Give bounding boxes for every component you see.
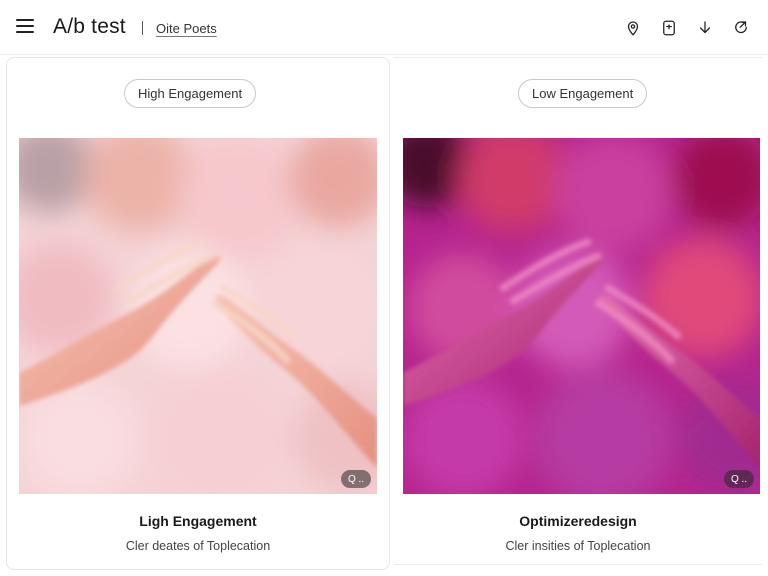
subtitle-link[interactable]: Oite Poets <box>156 21 217 36</box>
variant-card-a: High Engagement Q .. Ligh Engagement Cle… <box>6 57 390 570</box>
share-icon[interactable] <box>730 17 752 39</box>
menu-icon[interactable] <box>16 19 34 33</box>
header-actions <box>622 17 752 39</box>
device-icon[interactable] <box>658 17 680 39</box>
app-header: A/b test Oite Poets <box>0 0 768 54</box>
image-options-button-b[interactable]: Q .. <box>724 470 754 488</box>
hands-photo-b <box>403 138 760 494</box>
image-options-button-a[interactable]: Q .. <box>341 470 371 488</box>
variant-title-b: Optimizeredesign <box>519 513 637 529</box>
hands-photo-a <box>19 138 377 494</box>
header-divider <box>0 54 768 55</box>
engagement-pill-a[interactable]: High Engagement <box>124 79 257 108</box>
title-divider <box>142 21 143 35</box>
variant-title-a: Ligh Engagement <box>139 513 257 529</box>
download-icon[interactable] <box>694 17 716 39</box>
page-title: A/b test <box>53 15 126 38</box>
card-bottom-divider <box>394 564 762 565</box>
variant-image-a[interactable]: Q .. <box>19 138 377 494</box>
variant-card-b: Low Engagement Q .. Optimizeredesign Cle… <box>393 57 763 570</box>
variant-description-b: Cler insities of Toplecation <box>505 539 651 553</box>
variant-description-a: Cler deates of Toplecation <box>125 539 271 553</box>
variant-image-b[interactable]: Q .. <box>403 138 760 494</box>
engagement-pill-b[interactable]: Low Engagement <box>518 79 648 108</box>
pin-icon[interactable] <box>622 17 644 39</box>
